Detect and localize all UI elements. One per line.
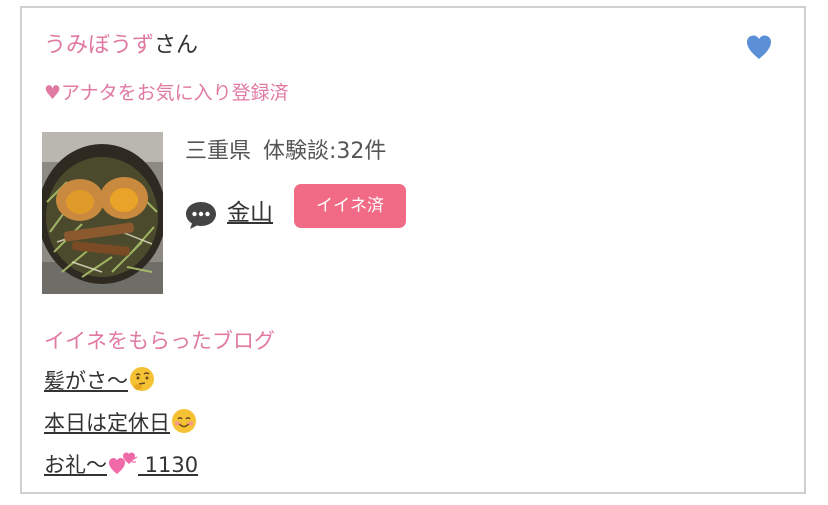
location-line: 三重県 体験談:32件 — [185, 137, 386, 167]
blog-suffix: 1130 — [138, 453, 199, 477]
shop-link[interactable]: 金山 — [227, 197, 273, 229]
liked-blogs-list: 髪がさ〜 本日は定休日 お礼〜 1130 — [44, 366, 198, 492]
two-hearts-emoji — [109, 452, 138, 474]
smiling-face-emoji — [172, 409, 196, 433]
prefecture: 三重県 — [185, 139, 252, 164]
liked-blogs-heading: イイネをもらったブログ — [44, 329, 275, 353]
ramen-thumbnail[interactable] — [42, 132, 163, 294]
heart-icon[interactable] — [744, 32, 774, 62]
username[interactable]: うみぼうず — [44, 33, 154, 58]
favorite-status: ♥アナタをお気に入り登録済 — [44, 82, 289, 104]
blog-item: 髪がさ〜 — [44, 366, 198, 408]
like-badge[interactable]: イイネ済 — [294, 184, 406, 228]
blog-link[interactable]: お礼〜 1130 — [44, 452, 199, 477]
blog-link[interactable]: 本日は定休日 — [44, 409, 197, 435]
blog-link[interactable]: 髪がさ〜 — [44, 367, 155, 393]
blog-title: 本日は定休日 — [44, 411, 170, 435]
user-card: うみぼうずさん ♥アナタをお気に入り登録済 三重県 体験談:32件 金山 イイネ… — [20, 6, 806, 494]
blog-item: 本日は定休日 — [44, 408, 198, 450]
blog-title: お礼〜 — [44, 453, 107, 477]
thinking-face-emoji — [130, 367, 154, 391]
experience-count[interactable]: 体験談:32件 — [263, 139, 386, 164]
speech-bubble-icon — [186, 202, 216, 229]
blog-title: 髪がさ〜 — [44, 369, 128, 393]
username-line: うみぼうずさん — [44, 31, 198, 61]
blog-item: お礼〜 1130 — [44, 450, 198, 492]
username-honorific: さん — [154, 33, 199, 58]
